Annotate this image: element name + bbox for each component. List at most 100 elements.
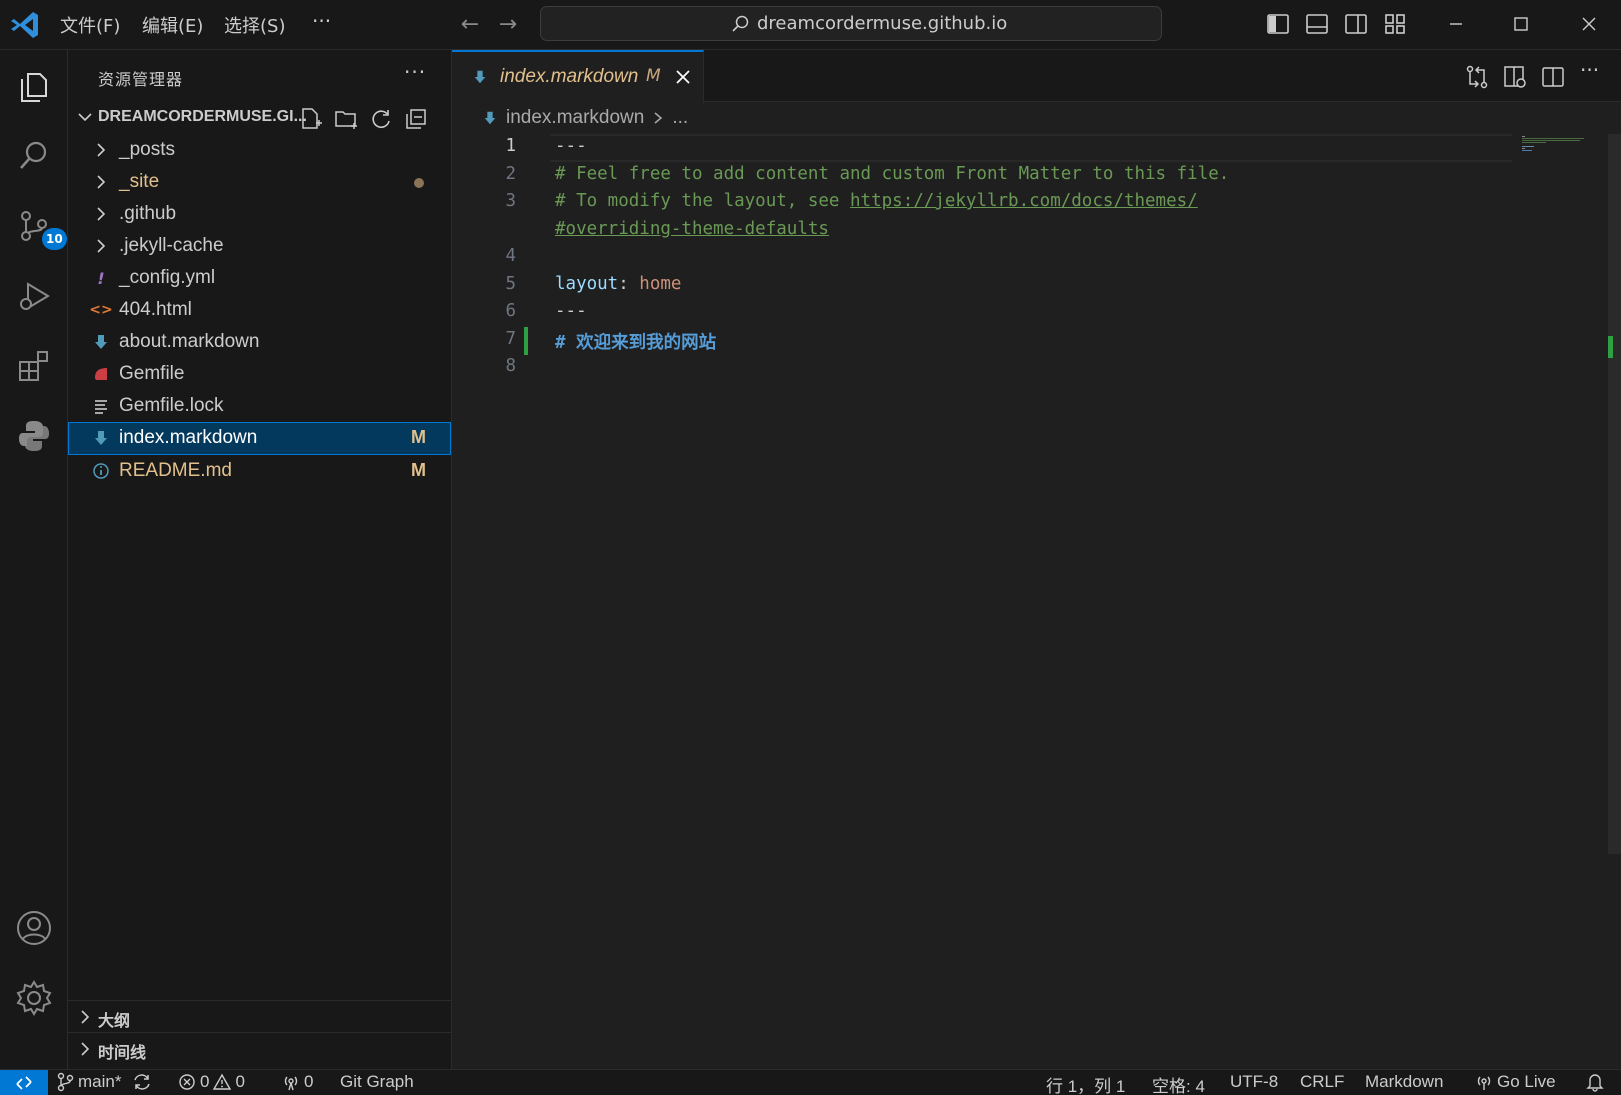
yaml-file-icon: ! bbox=[97, 268, 105, 288]
scrollbar-change-marker bbox=[1608, 336, 1613, 358]
open-changes-icon[interactable] bbox=[1464, 64, 1490, 90]
chevron-down-icon bbox=[78, 113, 92, 122]
breadcrumb: index.markdown ... bbox=[452, 102, 1621, 134]
sidebar-more-button[interactable]: ··· bbox=[404, 60, 426, 84]
command-center-search[interactable]: dreamcordermuse.github.io bbox=[540, 6, 1162, 41]
breadcrumb-file[interactable]: index.markdown bbox=[506, 107, 644, 129]
go-live-button[interactable]: Go Live bbox=[1475, 1072, 1556, 1092]
added-line-gutter-marker bbox=[524, 327, 528, 355]
indentation-status[interactable]: 空格: 4 bbox=[1152, 1072, 1205, 1095]
tree-item-label: README.md bbox=[119, 460, 232, 481]
sync-icon[interactable] bbox=[131, 1072, 153, 1092]
menu-selection[interactable]: 选择(S) bbox=[224, 12, 285, 38]
refresh-icon[interactable] bbox=[368, 106, 394, 132]
vertical-scrollbar[interactable] bbox=[1608, 134, 1621, 854]
customize-layout-icon[interactable] bbox=[1383, 12, 1407, 36]
chevron-right-icon bbox=[81, 1010, 90, 1024]
breadcrumb-more[interactable]: ... bbox=[672, 107, 688, 129]
minimize-icon bbox=[1450, 23, 1462, 25]
accounts-button[interactable] bbox=[12, 906, 56, 950]
branch-status[interactable]: main* bbox=[56, 1072, 153, 1092]
tree-item-label: .github bbox=[119, 203, 177, 224]
chevron-right-icon bbox=[97, 239, 106, 253]
menu-file[interactable]: 文件(F) bbox=[60, 12, 120, 38]
tree-item-github[interactable]: .github bbox=[68, 198, 451, 231]
cursor-position[interactable]: 行 1，列 1 bbox=[1046, 1072, 1125, 1095]
tree-item-gemfile[interactable]: Gemfile bbox=[68, 358, 451, 391]
code-line-3-wrap[interactable]: #overriding-theme-defaults bbox=[555, 219, 829, 239]
tab-index-markdown[interactable]: index.markdown M bbox=[452, 50, 704, 103]
editor-more-actions-button[interactable]: ··· bbox=[1580, 58, 1606, 84]
explorer-button[interactable] bbox=[12, 64, 56, 108]
close-window-button[interactable] bbox=[1574, 9, 1604, 39]
git-graph-button[interactable]: Git Graph bbox=[340, 1072, 414, 1092]
source-control-button[interactable]: 10 bbox=[12, 204, 67, 250]
split-editor-icon[interactable] bbox=[1540, 64, 1566, 90]
extensions-button[interactable] bbox=[12, 344, 56, 388]
tree-item-404-html[interactable]: <> 404.html bbox=[68, 294, 451, 327]
menu-edit[interactable]: 编辑(E) bbox=[142, 12, 203, 38]
explorer-sidebar: 资源管理器 ··· DREAMCORDERMUSE.GI... _posts _… bbox=[68, 50, 452, 1069]
toggle-primary-sidebar-icon[interactable] bbox=[1266, 12, 1290, 36]
title-bar: 文件(F) 编辑(E) 选择(S) ··· ← → dreamcordermus… bbox=[0, 0, 1621, 50]
collapse-all-icon[interactable] bbox=[403, 106, 429, 132]
timeline-section-header[interactable]: 时间线 bbox=[68, 1032, 452, 1064]
line-number: 3 bbox=[505, 191, 516, 211]
run-debug-button[interactable] bbox=[12, 274, 56, 318]
code-line-5: layout: home bbox=[555, 274, 681, 294]
git-graph-label: Git Graph bbox=[340, 1072, 414, 1091]
new-file-icon[interactable] bbox=[298, 106, 324, 132]
ports-status[interactable]: 0 bbox=[282, 1072, 313, 1092]
html-file-icon: <> bbox=[89, 302, 113, 318]
close-icon[interactable] bbox=[674, 68, 692, 86]
new-folder-icon[interactable] bbox=[333, 106, 359, 132]
tree-item-jekyll-cache[interactable]: .jekyll-cache bbox=[68, 230, 451, 263]
maximize-button[interactable] bbox=[1506, 9, 1536, 39]
eol-label: CRLF bbox=[1300, 1072, 1345, 1091]
ports-count: 0 bbox=[304, 1072, 314, 1091]
forward-arrow-icon[interactable]: → bbox=[493, 10, 523, 40]
tree-item-gemfile-lock[interactable]: Gemfile.lock bbox=[68, 390, 451, 423]
modified-dot-icon bbox=[414, 178, 424, 188]
modified-badge: M bbox=[411, 460, 426, 480]
encoding-status[interactable]: UTF-8 bbox=[1230, 1072, 1278, 1092]
tree-item-index-markdown[interactable]: index.markdown M bbox=[68, 422, 451, 455]
code-link[interactable]: https://jekyllrb.com/docs/themes/ bbox=[850, 191, 1198, 211]
toggle-panel-icon[interactable] bbox=[1305, 12, 1329, 36]
notifications-button[interactable] bbox=[1586, 1072, 1604, 1092]
markdown-file-icon bbox=[484, 111, 496, 125]
vscode-logo-icon[interactable] bbox=[8, 8, 42, 42]
tree-item-about-markdown[interactable]: about.markdown bbox=[68, 326, 451, 359]
lock-file-icon bbox=[95, 400, 107, 414]
outline-section-header[interactable]: 大纲 bbox=[68, 1000, 452, 1032]
menu-more[interactable]: ··· bbox=[312, 9, 331, 33]
language-mode-status[interactable]: Markdown bbox=[1365, 1072, 1443, 1092]
tree-item-readme-md[interactable]: README.md M bbox=[68, 455, 451, 488]
search-text: dreamcordermuse.github.io bbox=[757, 13, 1008, 34]
tree-item-site[interactable]: _site bbox=[68, 166, 451, 199]
code-line-2: # Feel free to add content and custom Fr… bbox=[555, 164, 1230, 184]
eol-status[interactable]: CRLF bbox=[1300, 1072, 1344, 1092]
line-number: 6 bbox=[505, 301, 516, 321]
toggle-secondary-sidebar-icon[interactable] bbox=[1344, 12, 1368, 36]
remote-indicator[interactable] bbox=[0, 1070, 48, 1095]
minimize-button[interactable] bbox=[1441, 9, 1471, 39]
python-button[interactable] bbox=[12, 414, 56, 458]
chevron-right-icon bbox=[81, 1042, 90, 1056]
open-preview-icon[interactable] bbox=[1502, 64, 1528, 90]
tree-item-label: Gemfile bbox=[119, 363, 185, 384]
files-icon bbox=[21, 73, 47, 102]
tree-item-posts[interactable]: _posts bbox=[68, 134, 451, 167]
back-arrow-icon[interactable]: ← bbox=[455, 10, 485, 40]
search-view-button[interactable] bbox=[12, 134, 56, 178]
extensions-icon bbox=[19, 351, 48, 381]
current-line-highlight bbox=[550, 134, 1512, 162]
problems-status[interactable]: 0 0 bbox=[178, 1072, 245, 1092]
minimap[interactable] bbox=[1522, 134, 1602, 164]
manage-button[interactable] bbox=[12, 976, 56, 1020]
code-comment: # To modify the layout, see bbox=[555, 191, 851, 211]
workspace-folder-header[interactable]: DREAMCORDERMUSE.GI... bbox=[68, 102, 452, 134]
tree-item-config-yml[interactable]: ! _config.yml bbox=[68, 262, 451, 295]
code-editor[interactable]: 1 2 3 4 5 6 7 8 --- # Feel free to add c… bbox=[452, 134, 1621, 1069]
close-icon bbox=[1582, 17, 1596, 31]
